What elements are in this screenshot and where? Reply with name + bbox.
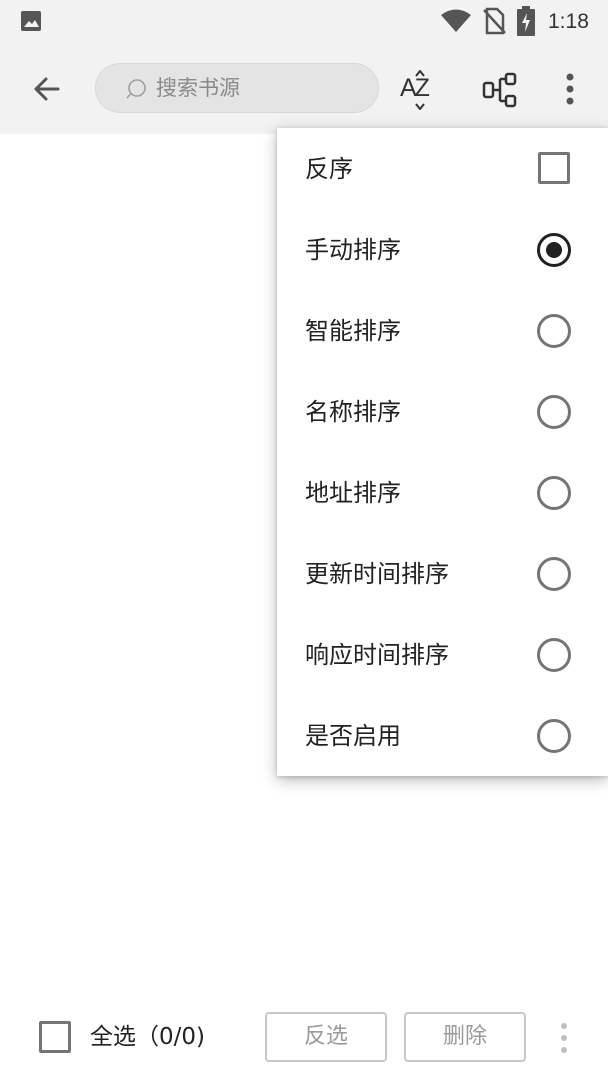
menu-item-manual-sort[interactable]: 手动排序 xyxy=(277,209,608,290)
menu-item-label: 是否启用 xyxy=(305,722,401,750)
sort-arrows-icon xyxy=(415,70,425,110)
manual-sort-radio[interactable] xyxy=(537,233,571,267)
group-icon[interactable] xyxy=(480,70,520,110)
menu-item-label: 地址排序 xyxy=(305,479,401,507)
toolbar: AZ xyxy=(0,44,608,134)
menu-item-url-sort[interactable]: 地址排序 xyxy=(277,452,608,533)
no-sim-icon xyxy=(483,7,506,35)
status-time: 1:18 xyxy=(548,10,589,33)
more-vert-icon[interactable] xyxy=(552,1018,576,1058)
reverse-checkbox[interactable] xyxy=(538,152,570,184)
menu-item-reverse[interactable]: 反序 xyxy=(277,128,608,209)
menu-item-smart-sort[interactable]: 智能排序 xyxy=(277,290,608,371)
arrow-left-icon[interactable] xyxy=(26,68,68,110)
search-box[interactable] xyxy=(95,63,379,113)
battery-charging-icon xyxy=(517,6,535,36)
search-icon xyxy=(126,79,146,99)
sort-button[interactable]: AZ xyxy=(398,66,442,114)
more-vert-icon[interactable] xyxy=(555,68,585,110)
menu-item-label: 响应时间排序 xyxy=(305,641,449,669)
menu-item-label: 手动排序 xyxy=(305,236,401,264)
url-sort-radio[interactable] xyxy=(537,476,571,510)
search-input[interactable] xyxy=(156,64,366,112)
status-bar: 1:18 xyxy=(0,0,608,44)
response-time-sort-radio[interactable] xyxy=(537,638,571,672)
delete-button[interactable]: 删除 xyxy=(404,1012,526,1062)
select-all-checkbox[interactable] xyxy=(39,1021,71,1053)
name-sort-radio[interactable] xyxy=(537,395,571,429)
update-time-sort-radio[interactable] xyxy=(537,557,571,591)
invert-selection-button[interactable]: 反选 xyxy=(265,1012,387,1062)
wifi-icon xyxy=(441,9,471,32)
menu-item-label: 智能排序 xyxy=(305,317,401,345)
enabled-sort-radio[interactable] xyxy=(537,719,571,753)
screen: 1:18 AZ xyxy=(0,0,608,1080)
gallery-icon xyxy=(21,11,41,31)
menu-item-label: 名称排序 xyxy=(305,398,401,426)
menu-item-label: 更新时间排序 xyxy=(305,560,449,588)
menu-item-enabled-sort[interactable]: 是否启用 xyxy=(277,695,608,776)
bottom-bar: 全选（0/0) 反选 删除 xyxy=(0,996,608,1080)
select-all-label[interactable]: 全选（0/0) xyxy=(90,1020,205,1054)
menu-item-response-time-sort[interactable]: 响应时间排序 xyxy=(277,614,608,695)
menu-item-update-time-sort[interactable]: 更新时间排序 xyxy=(277,533,608,614)
menu-item-name-sort[interactable]: 名称排序 xyxy=(277,371,608,452)
menu-item-label: 反序 xyxy=(305,155,353,183)
sort-menu: 反序 手动排序 智能排序 名称排序 地址排序 更新时间排序 响应时间排序 是否启… xyxy=(277,128,608,776)
smart-sort-radio[interactable] xyxy=(537,314,571,348)
